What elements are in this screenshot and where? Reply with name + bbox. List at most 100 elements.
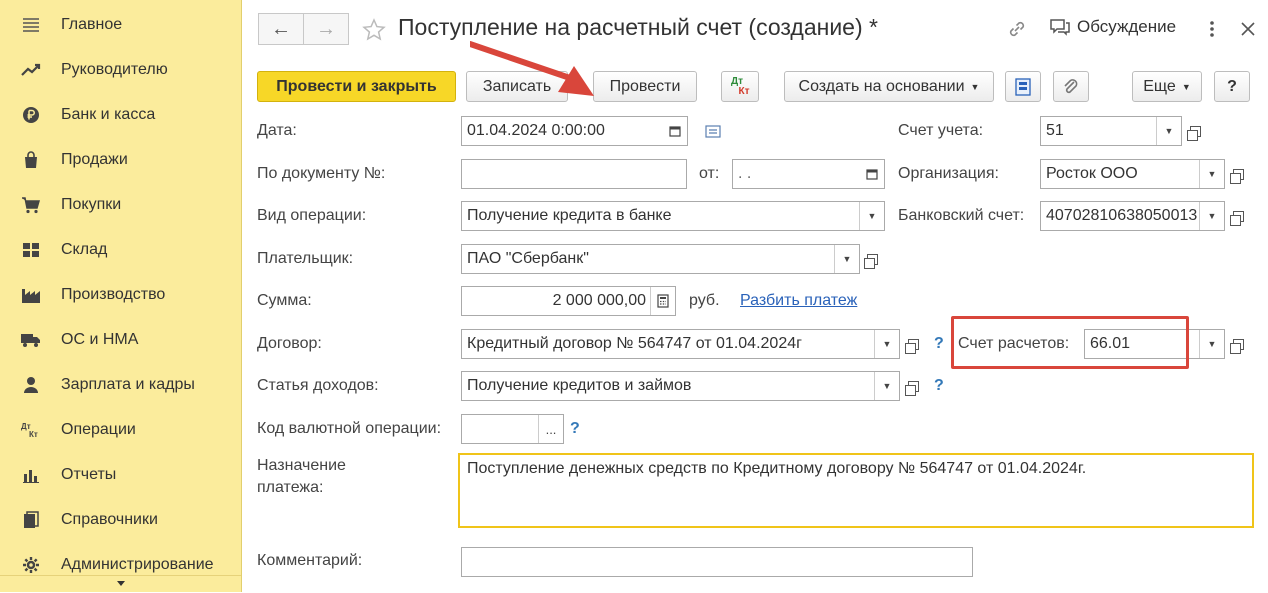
open-payer-button[interactable]: [861, 244, 883, 274]
open-contract-button[interactable]: [902, 329, 924, 359]
income-item-select[interactable]: Получение кредитов и займов ▼: [461, 371, 900, 401]
truck-icon: [20, 329, 42, 351]
contract-value: Кредитный договор № 564747 от 01.04.2024…: [467, 335, 802, 352]
from-label: от:: [699, 165, 720, 182]
post-and-close-button[interactable]: Провести и закрыть: [257, 71, 456, 102]
date-value: 01.04.2024 0:00:00: [467, 122, 605, 139]
account-value: 51: [1046, 122, 1064, 139]
sidebar-item[interactable]: Дт Кт Операции: [0, 410, 241, 450]
dropdown-arrow-icon[interactable]: ▼: [1199, 160, 1224, 188]
account-select[interactable]: 51 ▼: [1040, 116, 1182, 146]
sidebar-item-label: Продажи: [61, 151, 128, 168]
sidebar-item-label: ОС и НМА: [61, 331, 139, 348]
chevron-down-icon: [116, 581, 125, 586]
discussion-button[interactable]: Обсуждение: [1049, 17, 1176, 37]
open-bank-account-button[interactable]: [1227, 201, 1249, 231]
dropdown-arrow-icon[interactable]: ▼: [834, 245, 859, 273]
doc-number-input[interactable]: [461, 159, 687, 189]
info-card-icon[interactable]: [705, 125, 721, 138]
from-date-field[interactable]: . .: [732, 159, 885, 189]
sidebar-item[interactable]: Руководителю: [0, 50, 241, 90]
dropdown-arrow-icon[interactable]: ▼: [1199, 202, 1224, 230]
ruble-coin-icon: [20, 104, 42, 126]
sidebar-item[interactable]: Справочники: [0, 500, 241, 540]
calendar-icon[interactable]: [663, 117, 687, 145]
ellipsis-button[interactable]: ...: [538, 415, 563, 443]
kt-label: Кт: [738, 85, 750, 97]
calendar-icon[interactable]: [860, 160, 884, 188]
star-icon[interactable]: [362, 18, 386, 42]
open-account-button[interactable]: [1184, 116, 1206, 146]
bank-account-value: 40702810638050013: [1046, 207, 1198, 224]
sidebar-item-label: Отчеты: [61, 466, 117, 483]
forward-button[interactable]: →: [303, 13, 349, 45]
operation-label: Вид операции:: [257, 207, 367, 224]
close-icon[interactable]: [1240, 21, 1256, 37]
currency-operation-field[interactable]: ...: [461, 414, 564, 444]
dropdown-arrow-icon[interactable]: ▼: [1156, 117, 1181, 145]
currency-operation-help-icon[interactable]: ?: [570, 420, 580, 438]
dropdown-arrow-icon[interactable]: ▼: [1199, 330, 1224, 358]
open-organization-button[interactable]: [1227, 159, 1249, 189]
link-icon[interactable]: [1006, 18, 1028, 40]
bank-account-label: Банковский счет:: [898, 207, 1025, 224]
date-field[interactable]: 01.04.2024 0:00:00: [461, 116, 688, 146]
contract-help-icon[interactable]: ?: [934, 335, 944, 353]
help-button[interactable]: ?: [1214, 71, 1250, 102]
purpose-textarea[interactable]: Поступление денежных средств по Кредитно…: [458, 453, 1254, 528]
sidebar-item[interactable]: ОС и НМА: [0, 320, 241, 360]
page-title: Поступление на расчетный счет (создание)…: [398, 14, 878, 40]
trend-icon: [20, 59, 42, 81]
open-settlement-account-button[interactable]: [1227, 329, 1249, 359]
split-payment-link[interactable]: Разбить платеж: [740, 292, 857, 310]
sidebar-item-label: Справочники: [61, 511, 158, 528]
more-button[interactable]: Еще ▼: [1132, 71, 1202, 102]
sidebar-item[interactable]: Склад: [0, 230, 241, 270]
chat-icon: [1050, 19, 1070, 36]
sidebar-item[interactable]: Главное: [0, 5, 241, 45]
amount-value: 2 000 000,00: [552, 292, 646, 309]
sidebar: Главное Руководителю Банк и касса Продажи По…: [0, 0, 242, 592]
sidebar-item-label: Склад: [61, 241, 108, 258]
sidebar-item[interactable]: Банк и касса: [0, 95, 241, 135]
hierarchy-icon: [1015, 77, 1031, 96]
organization-select[interactable]: Росток ООО ▼: [1040, 159, 1225, 189]
currency-operation-label: Код валютной операции:: [257, 420, 442, 437]
amount-input[interactable]: 2 000 000,00: [461, 286, 676, 316]
attach-button[interactable]: [1053, 71, 1089, 102]
svg-text:Кт: Кт: [29, 430, 38, 439]
account-label: Счет учета:: [898, 122, 984, 139]
sidebar-item[interactable]: Зарплата и кадры: [0, 365, 241, 405]
operation-select[interactable]: Получение кредита в банке ▼: [461, 201, 885, 231]
income-item-help-icon[interactable]: ?: [934, 377, 944, 395]
sidebar-item-label: Покупки: [61, 196, 122, 213]
open-window-icon: [1186, 125, 1201, 141]
contract-select[interactable]: Кредитный договор № 564747 от 01.04.2024…: [461, 329, 900, 359]
sidebar-item[interactable]: Отчеты: [0, 455, 241, 495]
comment-label: Комментарий:: [257, 552, 363, 569]
sidebar-item[interactable]: Покупки: [0, 185, 241, 225]
bank-account-select[interactable]: 40702810638050013 ▼: [1040, 201, 1225, 231]
dropdown-arrow-icon[interactable]: ▼: [874, 330, 899, 358]
sidebar-item-label: Зарплата и кадры: [61, 376, 195, 393]
payer-select[interactable]: ПАО "Сбербанк" ▼: [461, 244, 860, 274]
create-based-on-button[interactable]: Создать на основании ▼: [784, 71, 994, 102]
structure-button[interactable]: [1005, 71, 1041, 102]
sidebar-item[interactable]: Производство: [0, 275, 241, 315]
more-vertical-icon[interactable]: [1205, 19, 1219, 39]
sidebar-scroll-down[interactable]: [0, 575, 241, 593]
dropdown-arrow-icon: ▼: [1181, 81, 1191, 92]
gear-icon: [20, 554, 42, 576]
dt-kt-button[interactable]: Дт Кт: [721, 71, 759, 102]
back-button[interactable]: ←: [258, 13, 304, 45]
open-income-item-button[interactable]: [902, 371, 924, 401]
more-label: Еще: [1143, 77, 1176, 95]
sidebar-item[interactable]: Продажи: [0, 140, 241, 180]
open-window-icon: [1229, 338, 1244, 354]
sidebar-item-label: Производство: [61, 286, 166, 303]
dropdown-arrow-icon[interactable]: ▼: [859, 202, 884, 230]
comment-input[interactable]: [461, 547, 973, 577]
dropdown-arrow-icon[interactable]: ▼: [874, 372, 899, 400]
annotation-highlight-box: [951, 316, 1189, 369]
calculator-icon[interactable]: [650, 287, 675, 315]
